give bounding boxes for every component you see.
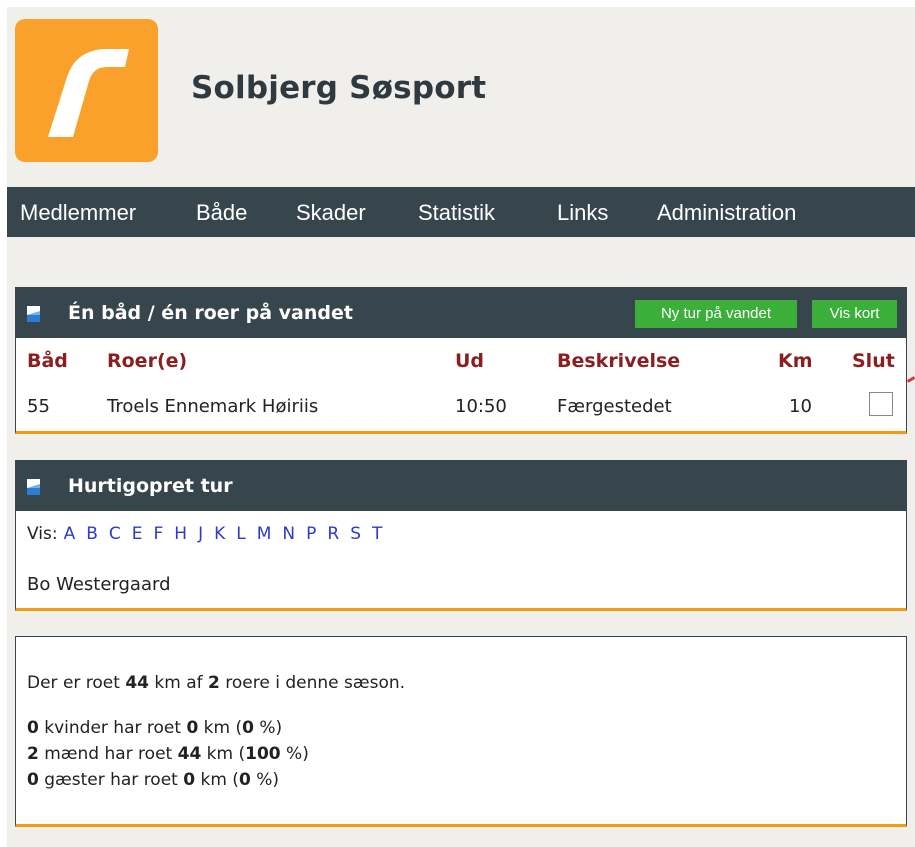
letter-link[interactable]: K	[214, 524, 225, 544]
quick-trip-panel-header: Hurtigopret tur	[16, 461, 906, 511]
cell-out-time: 10:50	[455, 396, 507, 417]
cell-rowers: Troels Ennemark Høiriis	[107, 396, 319, 417]
letter-link[interactable]: R	[327, 524, 339, 544]
on-water-panel-title: Én båd / én roer på vandet	[68, 302, 353, 324]
letter-link[interactable]: T	[372, 524, 382, 544]
letter-filter: Vis: A B C E F H J K L M N P R S T	[27, 524, 393, 544]
new-trip-button[interactable]: Ny tur på vandet	[635, 300, 797, 328]
show-map-button[interactable]: Vis kort	[812, 300, 897, 328]
document-icon	[27, 479, 40, 495]
nav-item-statistik[interactable]: Statistik	[418, 187, 495, 237]
main-navbar: Medlemmer Både Skader Statistik Links Ad…	[7, 187, 915, 237]
column-header-rowers: Roer(e)	[107, 350, 188, 372]
letter-link[interactable]: N	[282, 524, 295, 544]
letter-link[interactable]: J	[198, 524, 203, 544]
season-stats-panel: Der er roet 44 km af 2 roere i denne sæs…	[15, 636, 907, 827]
letter-link[interactable]: H	[174, 524, 187, 544]
nav-item-links[interactable]: Links	[557, 187, 608, 237]
column-header-km: Km	[778, 350, 813, 372]
nav-item-administration[interactable]: Administration	[657, 187, 796, 237]
nav-item-medlemmer[interactable]: Medlemmer	[20, 187, 136, 237]
letter-link[interactable]: M	[257, 524, 272, 544]
document-icon	[27, 306, 40, 322]
site-title: Solbjerg Søsport	[191, 70, 487, 106]
nav-item-skader[interactable]: Skader	[296, 187, 366, 237]
cell-description: Færgestedet	[557, 396, 672, 417]
column-header-boat: Båd	[27, 350, 68, 372]
quick-trip-panel-title: Hurtigopret tur	[68, 475, 233, 497]
cell-km: 10	[789, 396, 812, 417]
season-summary: Der er roet 44 km af 2 roere i denne sæs…	[27, 673, 406, 693]
letter-link[interactable]: E	[132, 524, 143, 544]
letter-link[interactable]: P	[306, 524, 316, 544]
letter-filter-label: Vis:	[27, 524, 58, 544]
member-item[interactable]: Bo Westergaard	[27, 574, 171, 595]
letter-link[interactable]: A	[64, 524, 76, 544]
stats-women: 0 kvinder har roet 0 km (0 %)	[27, 718, 283, 738]
on-water-panel: Én båd / én roer på vandet Ny tur på van…	[15, 287, 907, 434]
on-water-panel-header: Én båd / én roer på vandet Ny tur på van…	[16, 288, 906, 338]
stats-men: 2 mænd har roet 44 km (100 %)	[27, 744, 309, 764]
letter-link[interactable]: F	[154, 524, 164, 544]
logo-mark-icon	[48, 49, 129, 137]
trip-done-checkbox[interactable]	[869, 392, 893, 416]
letter-link[interactable]: B	[86, 524, 98, 544]
letter-link[interactable]: S	[350, 524, 361, 544]
column-header-out: Ud	[455, 350, 485, 372]
letter-link[interactable]: L	[236, 524, 245, 544]
stats-guests: 0 gæster har roet 0 km (0 %)	[27, 770, 279, 790]
site-logo[interactable]	[15, 19, 158, 162]
letter-link[interactable]: C	[109, 524, 121, 544]
quick-trip-panel: Hurtigopret tur Vis: A B C E F H J K L M N P R S T Bo W…	[15, 460, 907, 611]
column-header-done: Slut	[852, 350, 895, 372]
cell-boat: 55	[27, 396, 50, 417]
nav-item-baade[interactable]: Både	[196, 187, 247, 237]
column-header-description: Beskrivelse	[557, 350, 681, 372]
